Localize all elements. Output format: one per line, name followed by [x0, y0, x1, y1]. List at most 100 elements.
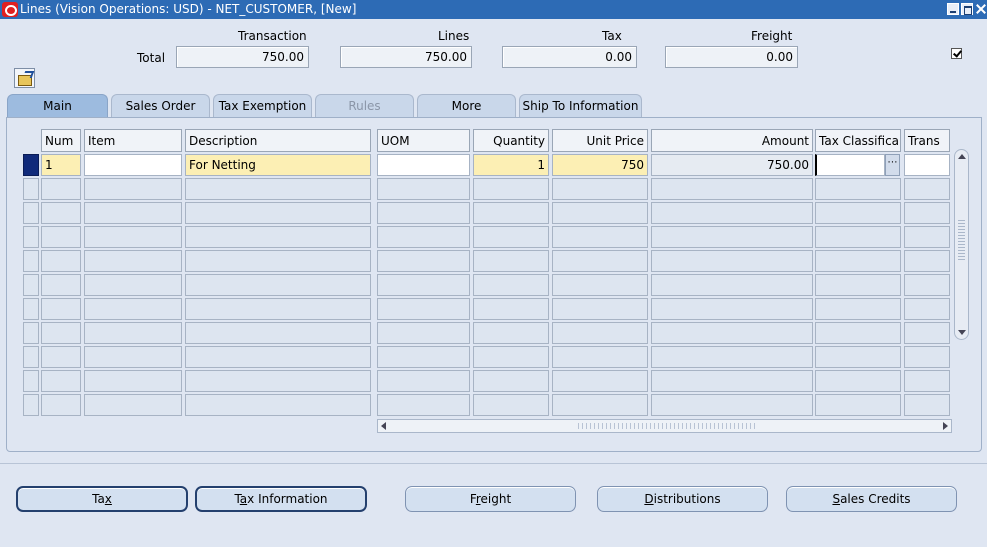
row-indicator-active[interactable]: [23, 154, 39, 176]
maximize-icon[interactable]: [961, 3, 973, 15]
scroll-grip[interactable]: [958, 220, 965, 260]
table-cell[interactable]: [904, 322, 950, 344]
table-cell[interactable]: [377, 346, 470, 368]
row-indicator[interactable]: [23, 274, 39, 296]
table-cell[interactable]: [552, 226, 648, 248]
row-indicator[interactable]: [23, 394, 39, 416]
table-cell[interactable]: [41, 346, 81, 368]
table-cell[interactable]: [552, 370, 648, 392]
freight-button[interactable]: Freight: [405, 486, 576, 512]
table-cell[interactable]: [41, 178, 81, 200]
table-cell[interactable]: [377, 274, 470, 296]
tax-information-button[interactable]: Tax Information: [195, 486, 367, 512]
table-cell[interactable]: [651, 274, 813, 296]
table-cell[interactable]: [904, 370, 950, 392]
list-of-values-button[interactable]: ⋯: [885, 154, 900, 176]
row-indicator[interactable]: [23, 346, 39, 368]
table-cell[interactable]: [377, 226, 470, 248]
table-cell[interactable]: [41, 226, 81, 248]
table-cell[interactable]: [904, 178, 950, 200]
transaction-total-field[interactable]: 750.00: [176, 46, 309, 68]
row-indicator[interactable]: [23, 202, 39, 224]
table-cell[interactable]: [552, 346, 648, 368]
table-cell[interactable]: [815, 226, 901, 248]
table-cell[interactable]: [84, 370, 182, 392]
table-cell[interactable]: [651, 394, 813, 416]
table-cell[interactable]: [815, 322, 901, 344]
table-cell[interactable]: [904, 346, 950, 368]
table-cell[interactable]: [904, 250, 950, 272]
tab-sales-order[interactable]: Sales Order: [111, 94, 210, 117]
table-cell[interactable]: [904, 394, 950, 416]
table-cell[interactable]: [473, 346, 549, 368]
row1-unit-price-field[interactable]: 750: [552, 154, 648, 176]
table-cell[interactable]: [815, 202, 901, 224]
table-cell[interactable]: [473, 226, 549, 248]
tax-button[interactable]: Tax: [16, 486, 188, 512]
table-cell[interactable]: [185, 202, 371, 224]
table-cell[interactable]: [552, 202, 648, 224]
table-cell[interactable]: [473, 178, 549, 200]
table-cell[interactable]: [377, 178, 470, 200]
table-cell[interactable]: [651, 322, 813, 344]
lines-total-field[interactable]: 750.00: [340, 46, 472, 68]
table-cell[interactable]: [377, 298, 470, 320]
table-cell[interactable]: [815, 274, 901, 296]
scroll-right-icon[interactable]: [943, 422, 948, 430]
tab-more[interactable]: More: [417, 94, 516, 117]
table-cell[interactable]: [473, 322, 549, 344]
row-indicator[interactable]: [23, 226, 39, 248]
table-cell[interactable]: [84, 250, 182, 272]
table-cell[interactable]: [473, 202, 549, 224]
tax-total-field[interactable]: 0.00: [502, 46, 637, 68]
table-cell[interactable]: [651, 250, 813, 272]
table-cell[interactable]: [185, 370, 371, 392]
table-cell[interactable]: [473, 250, 549, 272]
table-cell[interactable]: [651, 370, 813, 392]
table-cell[interactable]: [84, 274, 182, 296]
table-cell[interactable]: [84, 298, 182, 320]
table-cell[interactable]: [552, 178, 648, 200]
table-cell[interactable]: [473, 394, 549, 416]
row1-tax-classification-field[interactable]: [815, 154, 885, 176]
table-cell[interactable]: [377, 370, 470, 392]
scroll-grip[interactable]: [578, 423, 758, 429]
table-cell[interactable]: [377, 394, 470, 416]
distributions-button[interactable]: Distributions: [597, 486, 768, 512]
table-cell[interactable]: [377, 202, 470, 224]
tab-main[interactable]: Main: [7, 94, 108, 117]
table-cell[interactable]: [815, 394, 901, 416]
table-cell[interactable]: [815, 250, 901, 272]
scroll-up-icon[interactable]: [958, 154, 966, 159]
scroll-down-icon[interactable]: [958, 330, 966, 335]
scroll-left-icon[interactable]: [381, 422, 386, 430]
row-indicator[interactable]: [23, 250, 39, 272]
table-cell[interactable]: [84, 202, 182, 224]
row-indicator[interactable]: [23, 322, 39, 344]
row-indicator[interactable]: [23, 370, 39, 392]
table-cell[interactable]: [41, 298, 81, 320]
table-cell[interactable]: [185, 250, 371, 272]
table-cell[interactable]: [377, 322, 470, 344]
table-cell[interactable]: [41, 274, 81, 296]
table-cell[interactable]: [41, 202, 81, 224]
table-cell[interactable]: [41, 370, 81, 392]
table-cell[interactable]: [552, 250, 648, 272]
table-cell[interactable]: [651, 178, 813, 200]
table-cell[interactable]: [185, 322, 371, 344]
minimize-icon[interactable]: [947, 3, 959, 15]
freight-total-field[interactable]: 0.00: [665, 46, 798, 68]
table-cell[interactable]: [815, 298, 901, 320]
vertical-scrollbar[interactable]: [954, 149, 969, 340]
sales-credits-button[interactable]: Sales Credits: [786, 486, 957, 512]
row1-uom-field[interactable]: [377, 154, 470, 176]
table-cell[interactable]: [41, 322, 81, 344]
table-cell[interactable]: [185, 346, 371, 368]
table-cell[interactable]: [815, 178, 901, 200]
table-cell[interactable]: [552, 298, 648, 320]
close-icon[interactable]: [975, 3, 987, 15]
open-folder-icon[interactable]: [14, 68, 35, 88]
row-indicator[interactable]: [23, 178, 39, 200]
table-cell[interactable]: [473, 298, 549, 320]
table-cell[interactable]: [84, 394, 182, 416]
